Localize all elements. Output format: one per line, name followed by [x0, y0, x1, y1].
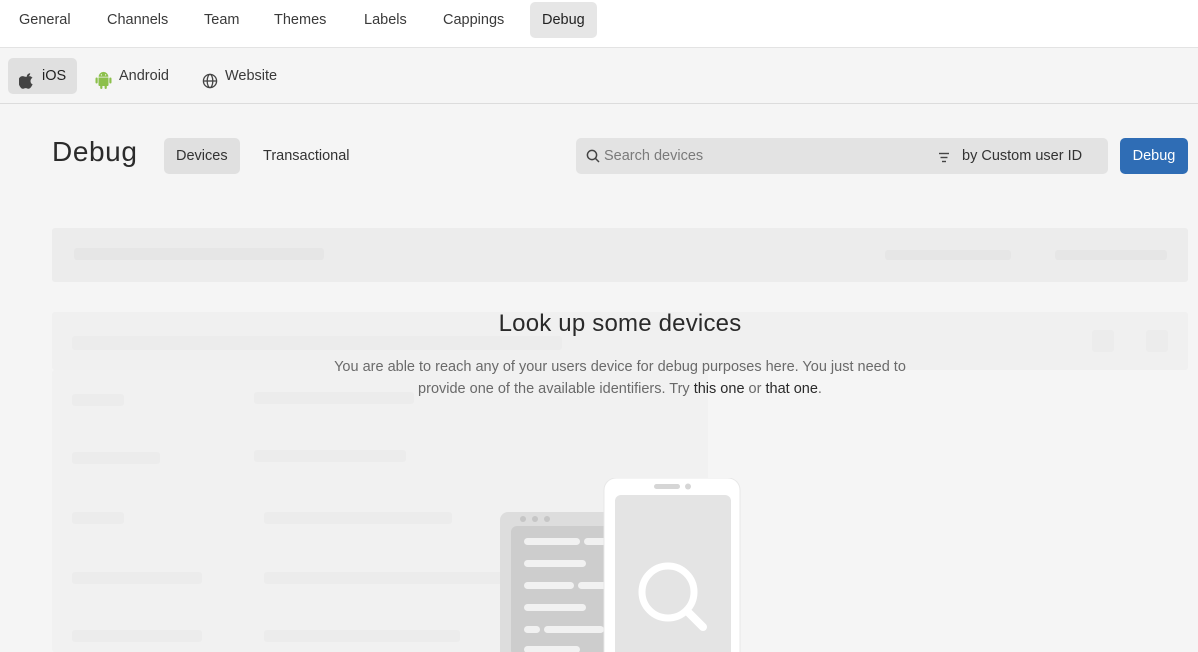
skeleton-bar	[72, 512, 124, 524]
platform-navigation: iOS Android Website	[0, 48, 1198, 104]
skeleton-bar	[264, 572, 504, 584]
device-search: by Custom user ID	[576, 138, 1108, 174]
platform-tab-label: Android	[119, 68, 169, 84]
top-navigation: General Channels Team Themes Labels Capp…	[0, 0, 1198, 48]
skeleton-bar	[264, 630, 460, 642]
skeleton-bar	[72, 572, 202, 584]
skeleton-bar	[72, 394, 124, 406]
empty-state-text: .	[817, 381, 822, 397]
tab-channels[interactable]: Channels	[95, 2, 180, 38]
tab-cappings[interactable]: Cappings	[431, 2, 516, 38]
subtab-transactional[interactable]: Transactional	[251, 138, 362, 174]
search-icon	[586, 149, 600, 168]
skeleton-bar	[1055, 250, 1167, 260]
filter-icon	[938, 150, 950, 168]
tab-themes[interactable]: Themes	[262, 2, 338, 38]
globe-icon	[202, 67, 218, 103]
platform-tab-label: Website	[225, 68, 278, 84]
example-link-that-one[interactable]: that one	[765, 381, 817, 397]
device-search-illustration	[498, 477, 748, 652]
tab-general[interactable]: General	[7, 2, 83, 38]
skeleton-bar	[72, 630, 202, 642]
skeleton-bar	[885, 250, 1011, 260]
skeleton-bar	[254, 450, 406, 462]
android-icon	[95, 67, 112, 103]
apple-icon	[18, 67, 35, 103]
example-link-this-one[interactable]: this one	[694, 381, 745, 397]
platform-tab-ios[interactable]: iOS	[8, 58, 77, 94]
empty-state-title: Look up some devices	[498, 310, 742, 337]
platform-tab-android[interactable]: Android	[84, 58, 184, 94]
search-input[interactable]	[604, 138, 924, 174]
tab-debug[interactable]: Debug	[530, 2, 597, 38]
platform-tab-website[interactable]: Website	[191, 58, 291, 94]
tab-team[interactable]: Team	[192, 2, 251, 38]
filter-label: by Custom user ID	[962, 148, 1083, 164]
tab-labels[interactable]: Labels	[352, 2, 419, 38]
skeleton-bar	[74, 248, 324, 260]
platform-tab-label: iOS	[42, 68, 67, 84]
empty-state-text: or	[748, 381, 762, 397]
skeleton-bar	[264, 512, 452, 524]
search-filter-dropdown[interactable]: by Custom user ID	[936, 138, 1106, 174]
subtab-devices[interactable]: Devices	[164, 138, 240, 174]
page-title: Debug	[52, 136, 138, 167]
skeleton-bar	[72, 336, 562, 350]
debug-button[interactable]: Debug	[1120, 138, 1188, 174]
skeleton-bar	[72, 452, 160, 464]
empty-state-description: You are able to reach any of your users …	[320, 356, 920, 400]
